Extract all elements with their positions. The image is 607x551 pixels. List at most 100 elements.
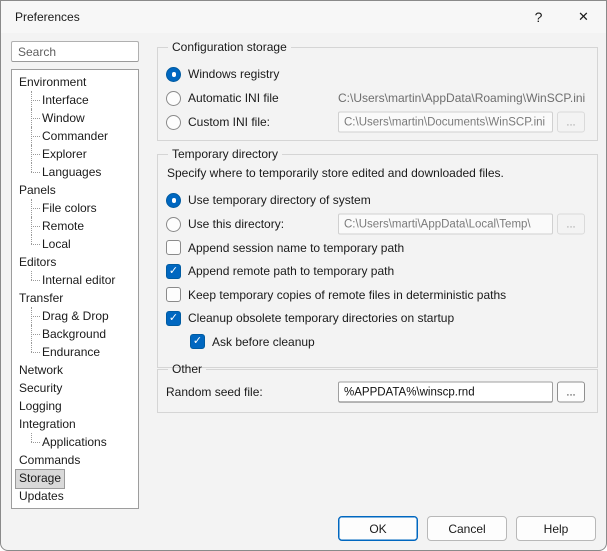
sidebar-item-label: Environment	[16, 74, 89, 92]
checkbox-row-append-session-name-to-temporary-path[interactable]: Append session name to temporary path	[166, 236, 589, 260]
tree-children: File colors Remote Local	[16, 199, 138, 253]
checkbox-row-ask-before-cleanup[interactable]: ✓ Ask before cleanup	[166, 330, 589, 354]
checkbox-row-cleanup-obsolete-temporary-directories-on-startup[interactable]: ✓ Cleanup obsolete temporary directories…	[166, 307, 589, 331]
radio-label: Use temporary directory of system	[188, 193, 371, 207]
sidebar-subitem-label: Explorer	[42, 147, 87, 161]
random-seed-file-input[interactable]	[338, 382, 553, 403]
tree-group: Environment Interface Window Commander E…	[16, 73, 138, 181]
sidebar-item-label: Editors	[16, 254, 59, 272]
sidebar-item-endurance[interactable]: Endurance	[28, 343, 138, 361]
close-icon[interactable]: ✕	[561, 1, 606, 33]
sidebar-item-updates[interactable]: Updates	[16, 487, 138, 505]
checkbox-label: Cleanup obsolete temporary directories o…	[188, 311, 454, 325]
checkbox-icon[interactable]: ✓	[190, 334, 205, 349]
temp-directory-input[interactable]	[338, 214, 553, 235]
sidebar-item-network[interactable]: Network	[16, 361, 138, 379]
checkbox-row-keep-temporary-copies-of-remote-files-in-deterministic-paths[interactable]: Keep temporary copies of remote files in…	[166, 283, 589, 307]
custom-ini-file-input[interactable]	[338, 112, 553, 133]
preferences-tree[interactable]: Environment Interface Window Commander E…	[11, 69, 139, 509]
checkbox-icon[interactable]: ✓	[166, 264, 181, 279]
browse-button[interactable]: ...	[557, 382, 585, 403]
browse-button[interactable]: ...	[557, 214, 585, 235]
radio-row-use-system-temp[interactable]: Use temporary directory of system	[166, 188, 589, 212]
sidebar-item-drag-drop[interactable]: Drag & Drop	[28, 307, 138, 325]
group-title: Configuration storage	[168, 40, 291, 54]
radio-label: Automatic INI file	[188, 91, 279, 105]
sidebar-item-local[interactable]: Local	[28, 235, 138, 253]
sidebar-item-label: Transfer	[16, 290, 66, 308]
radio-row-automatic-ini-file[interactable]: Automatic INI file C:\Users\martin\AppDa…	[166, 86, 589, 110]
custom-ini-path-col: ...	[338, 112, 585, 133]
sidebar-item-languages[interactable]: Languages	[28, 163, 138, 181]
radio-row-use-this-directory[interactable]: Use this directory: ...	[166, 212, 589, 236]
sidebar-item-logging[interactable]: Logging	[16, 397, 138, 415]
radio-icon[interactable]	[166, 67, 181, 82]
radio-row-custom-ini-file[interactable]: Custom INI file: ...	[166, 110, 589, 134]
footer-buttons: OK Cancel Help	[338, 516, 596, 541]
sidebar-item-file-colors[interactable]: File colors	[28, 199, 138, 217]
help-icon[interactable]: ?	[516, 1, 561, 33]
sidebar-subitem-label: Drag & Drop	[42, 309, 109, 323]
radio-row-windows-registry[interactable]: Windows registry	[166, 62, 589, 86]
sidebar-item-window[interactable]: Window	[28, 109, 138, 127]
checkbox-row-append-remote-path-to-temporary-path[interactable]: ✓ Append remote path to temporary path	[166, 260, 589, 284]
checkbox-icon[interactable]	[166, 240, 181, 255]
sidebar-item-applications[interactable]: Applications	[28, 433, 138, 451]
radio-icon[interactable]	[166, 115, 181, 130]
sidebar-item-transfer[interactable]: Transfer	[16, 289, 138, 307]
random-seed-path-col: ...	[338, 382, 585, 403]
sidebar-item-editors[interactable]: Editors	[16, 253, 138, 271]
tree-group: Security	[16, 379, 138, 397]
radio-label: Use this directory:	[188, 217, 284, 231]
sidebar-subitem-label: Local	[42, 237, 71, 251]
sidebar-item-internal-editor[interactable]: Internal editor	[28, 271, 138, 289]
sidebar-subitem-label: Window	[42, 111, 85, 125]
sidebar-subitem-label: Languages	[42, 165, 101, 179]
checkbox-icon[interactable]	[166, 287, 181, 302]
sidebar-item-integration[interactable]: Integration	[16, 415, 138, 433]
radio-label: Windows registry	[188, 67, 279, 81]
sidebar-subitem-label: Commander	[42, 129, 108, 143]
checkbox-label: Append remote path to temporary path	[188, 264, 394, 278]
cancel-button[interactable]: Cancel	[427, 516, 507, 541]
sidebar-item-commands[interactable]: Commands	[16, 451, 138, 469]
sidebar-item-label: Integration	[16, 416, 79, 434]
radio-icon[interactable]	[166, 217, 181, 232]
tree-group: Logging	[16, 397, 138, 415]
tree-group: Storage	[16, 469, 138, 487]
ok-button[interactable]: OK	[338, 516, 418, 541]
tree-group: Updates	[16, 487, 138, 505]
group-title: Other	[168, 362, 206, 376]
sidebar-item-label: Storage	[16, 470, 64, 488]
search-input[interactable]	[11, 41, 139, 62]
radio-icon[interactable]	[166, 91, 181, 106]
sidebar-item-panels[interactable]: Panels	[16, 181, 138, 199]
sidebar-subitem-label: File colors	[42, 201, 97, 215]
sidebar-item-remote[interactable]: Remote	[28, 217, 138, 235]
sidebar-subitem-label: Applications	[42, 435, 107, 449]
random-seed-label: Random seed file:	[166, 385, 263, 399]
checkbox-label: Keep temporary copies of remote files in…	[188, 288, 506, 302]
tree-group: Integration Applications	[16, 415, 138, 451]
sidebar-item-storage[interactable]: Storage	[16, 469, 138, 487]
tree-group: Network	[16, 361, 138, 379]
help-button[interactable]: Help	[516, 516, 596, 541]
sidebar-item-security[interactable]: Security	[16, 379, 138, 397]
tree-group: Panels File colors Remote Local	[16, 181, 138, 253]
checkbox-icon[interactable]: ✓	[166, 311, 181, 326]
sidebar-item-explorer[interactable]: Explorer	[28, 145, 138, 163]
browse-button[interactable]: ...	[557, 112, 585, 133]
sidebar-item-interface[interactable]: Interface	[28, 91, 138, 109]
automatic-ini-path: C:\Users\martin\AppData\Roaming\WinSCP.i…	[338, 91, 585, 105]
group-other: Other Random seed file: ...	[157, 362, 598, 413]
tree-group: Commands	[16, 451, 138, 469]
radio-icon[interactable]	[166, 193, 181, 208]
preferences-dialog: Preferences ? ✕ Environment Interface Wi…	[0, 0, 607, 551]
tree-children: Applications	[16, 433, 138, 451]
temp-checkbox-list: Append session name to temporary path ✓ …	[166, 236, 589, 354]
sidebar-item-background[interactable]: Background	[28, 325, 138, 343]
title-bar-buttons: ? ✕	[516, 1, 606, 33]
sidebar-item-commander[interactable]: Commander	[28, 127, 138, 145]
sidebar-subitem-label: Interface	[42, 93, 89, 107]
sidebar-item-environment[interactable]: Environment	[16, 73, 138, 91]
